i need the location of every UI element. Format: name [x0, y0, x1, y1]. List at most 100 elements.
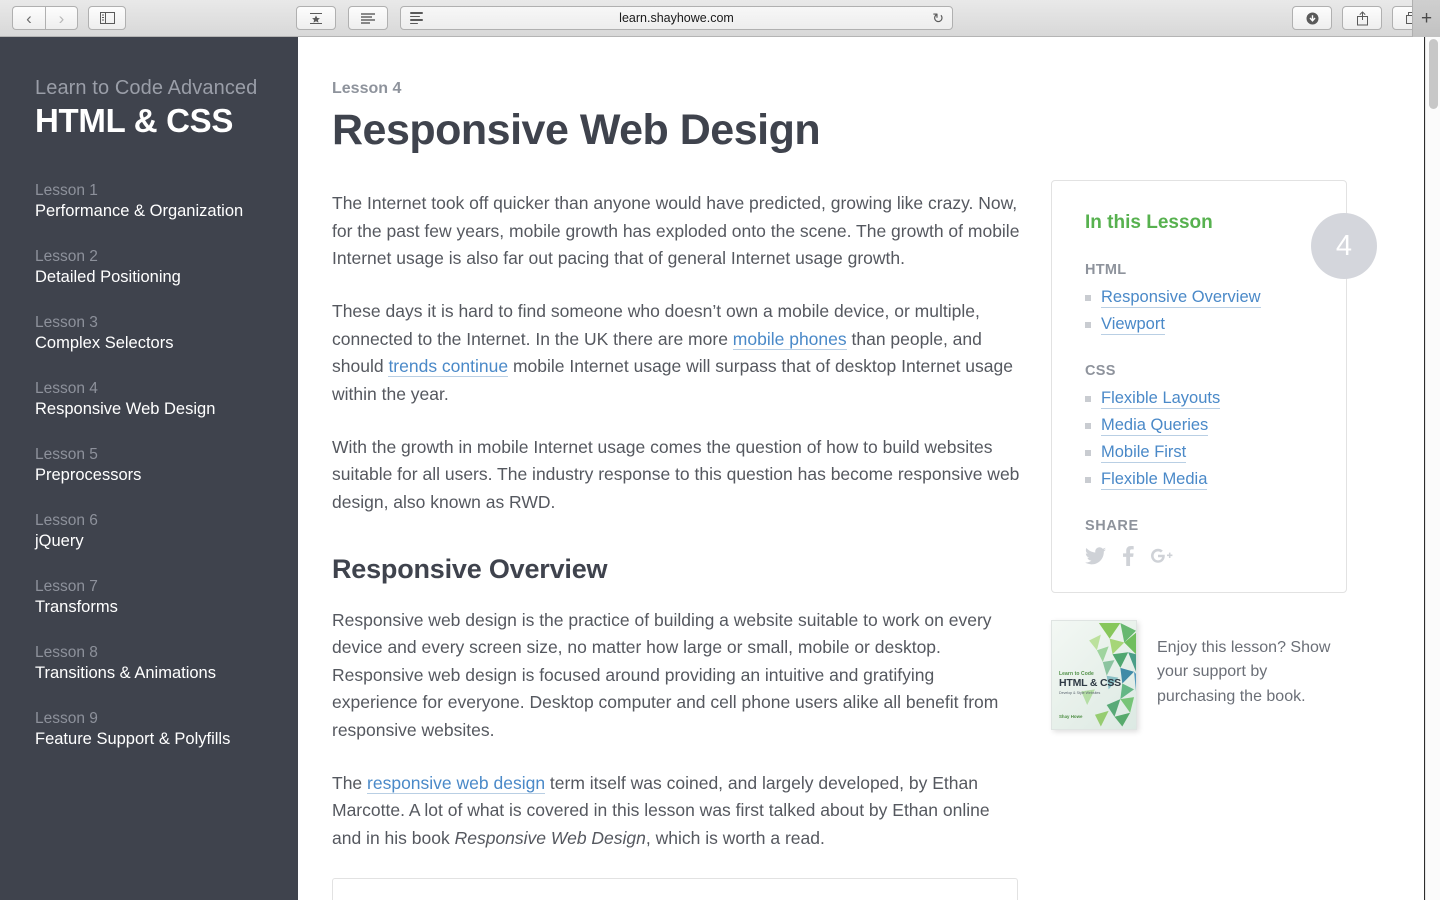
scrollbar-thumb[interactable] [1429, 39, 1438, 109]
bookmarks-button[interactable] [296, 6, 336, 30]
toolbar-center-group: learn.shayhowe.com ↻ [296, 6, 953, 30]
paragraph-ethan-marcotte: The responsive web design term itself wa… [332, 770, 1020, 853]
book-cover-text: Learn to Code HTML & CSS Develop & Style… [1059, 671, 1121, 695]
embedded-figure-box [332, 877, 1018, 900]
lesson-title: Detailed Positioning [35, 268, 181, 286]
lesson-number: Lesson 7 [35, 578, 98, 595]
page-title: Responsive Web Design [332, 106, 821, 154]
paragraph-overview-body: Responsive web design is the practice of… [332, 609, 999, 741]
lesson-title: Feature Support & Polyfills [35, 730, 231, 748]
page-viewport: Learn to Code Advanced HTML & CSS Lesson… [0, 37, 1440, 900]
reader-indicator-icon [410, 12, 423, 24]
chevron-right-icon: › [58, 8, 65, 28]
list-item[interactable]: Mobile First [1085, 443, 1346, 463]
google-plus-icon[interactable] [1151, 547, 1173, 565]
toc-link-responsive-overview[interactable]: Responsive Overview [1101, 288, 1261, 308]
new-tab-button[interactable]: + [1412, 0, 1440, 37]
bookmarks-icon [310, 12, 322, 24]
lesson-title: Performance & Organization [35, 202, 244, 220]
square-bullet-icon [1085, 477, 1091, 483]
link-mobile-phones[interactable]: mobile phones [732, 328, 847, 350]
nav-buttons: ‹ › [12, 6, 78, 30]
reload-icon[interactable]: ↻ [932, 11, 944, 25]
book-promo[interactable]: Learn to Code HTML & CSS Develop & Style… [1051, 620, 1347, 730]
chevron-left-icon: ‹ [26, 8, 32, 28]
paragraph-rwd-definition: With the growth in mobile Internet usage… [332, 436, 1020, 512]
square-bullet-icon [1085, 322, 1091, 328]
right-rail: In this Lesson HTML Responsive Overview … [1051, 180, 1377, 730]
lesson-number: Lesson 3 [35, 314, 98, 331]
lesson-number: Lesson 4 [35, 380, 98, 397]
square-bullet-icon [1085, 295, 1091, 301]
list-item[interactable]: Media Queries [1085, 416, 1346, 436]
address-bar[interactable]: learn.shayhowe.com ↻ [400, 6, 953, 30]
sidebar-item-lesson-1[interactable]: Lesson 1 Performance & Organization [35, 182, 298, 221]
lesson-number: Lesson 1 [35, 182, 98, 199]
lesson-title: jQuery [35, 532, 84, 550]
share-label: SHARE [1085, 518, 1139, 534]
sidebar-item-lesson-4[interactable]: Lesson 4 Responsive Web Design [35, 380, 298, 419]
brand-title: HTML & CSS [35, 102, 234, 139]
back-button[interactable]: ‹ [12, 6, 45, 30]
lesson-number-badge: 4 [1311, 213, 1377, 279]
forward-button[interactable]: › [45, 6, 78, 30]
text-fragment: The [332, 772, 368, 793]
list-item[interactable]: Responsive Overview [1085, 288, 1346, 308]
lesson-number: Lesson 2 [35, 248, 98, 265]
sidebar-item-lesson-8[interactable]: Lesson 8 Transitions & Animations [35, 644, 298, 683]
link-responsive-web-design[interactable]: responsive web design [367, 772, 546, 794]
lesson-title: Transitions & Animations [35, 664, 216, 682]
reader-view-icon [361, 13, 375, 24]
lesson-nav: Lesson 1 Performance & Organization Less… [35, 182, 298, 749]
toc-list-css: Flexible Layouts Media Queries Mobile Fi… [1085, 389, 1346, 490]
sidebar-item-lesson-7[interactable]: Lesson 7 Transforms [35, 578, 298, 617]
url-text: learn.shayhowe.com [619, 11, 734, 25]
toc-link-mobile-first[interactable]: Mobile First [1101, 443, 1187, 463]
book-title-italic: Responsive Web Design [454, 828, 646, 849]
sidebar-toggle-button[interactable] [88, 6, 126, 30]
lesson-eyebrow: Lesson 4 [332, 80, 402, 97]
book-cover-tagline: Develop & Style Websites [1059, 691, 1101, 696]
lesson-title: Complex Selectors [35, 334, 174, 352]
sidebar-item-lesson-3[interactable]: Lesson 3 Complex Selectors [35, 314, 298, 353]
book-cover-author: Shay Howe [1059, 714, 1083, 719]
toc-link-flexible-media[interactable]: Flexible Media [1101, 470, 1208, 490]
list-item[interactable]: Flexible Media [1085, 470, 1346, 490]
share-button[interactable] [1342, 6, 1382, 30]
page-scrollbar[interactable] [1425, 37, 1440, 900]
facebook-icon[interactable] [1123, 546, 1134, 566]
in-this-lesson-card: In this Lesson HTML Responsive Overview … [1051, 180, 1377, 593]
reader-view-button[interactable] [348, 6, 388, 30]
list-item[interactable]: Flexible Layouts [1085, 389, 1346, 409]
downloads-icon [1306, 12, 1318, 24]
lesson-number: Lesson 5 [35, 446, 98, 463]
book-cover-image[interactable]: Learn to Code HTML & CSS Develop & Style… [1051, 620, 1137, 730]
browser-toolbar: ‹ › learn.shayhowe.com ↻ + [0, 0, 1440, 37]
link-trends-continue[interactable]: trends continue [388, 356, 509, 378]
sidebar-item-lesson-5[interactable]: Lesson 5 Preprocessors [35, 446, 298, 485]
lesson-number: Lesson 6 [35, 512, 98, 529]
sidebar-item-lesson-9[interactable]: Lesson 9 Feature Support & Polyfills [35, 710, 298, 749]
toc-list-html: Responsive Overview Viewport [1085, 288, 1346, 335]
share-icon [1356, 10, 1368, 25]
toc-link-viewport[interactable]: Viewport [1101, 315, 1165, 335]
sidebar-item-lesson-2[interactable]: Lesson 2 Detailed Positioning [35, 248, 298, 287]
share-row [1085, 546, 1346, 566]
lesson-title: Preprocessors [35, 466, 142, 484]
sidebar-item-lesson-6[interactable]: Lesson 6 jQuery [35, 512, 298, 551]
downloads-button[interactable] [1292, 6, 1332, 30]
toc-link-media-queries[interactable]: Media Queries [1101, 416, 1209, 436]
book-promo-text: Enjoy this lesson? Show your support by … [1157, 639, 1331, 705]
lesson-number: Lesson 8 [35, 644, 98, 661]
twitter-icon[interactable] [1085, 547, 1106, 565]
square-bullet-icon [1085, 423, 1091, 429]
paragraph-intro: The Internet took off quicker than anyon… [332, 193, 1020, 269]
article: Lesson 4 Responsive Web Design The Inter… [332, 80, 1020, 900]
brand-subtitle: Learn to Code Advanced [35, 77, 258, 99]
toc-link-flexible-layouts[interactable]: Flexible Layouts [1101, 389, 1221, 409]
sidebar-toggle-icon [99, 12, 115, 24]
list-item[interactable]: Viewport [1085, 315, 1346, 335]
site-sidebar: Learn to Code Advanced HTML & CSS Lesson… [0, 37, 298, 900]
lesson-title: Responsive Web Design [35, 400, 216, 418]
card-title: In this Lesson [1085, 212, 1213, 233]
